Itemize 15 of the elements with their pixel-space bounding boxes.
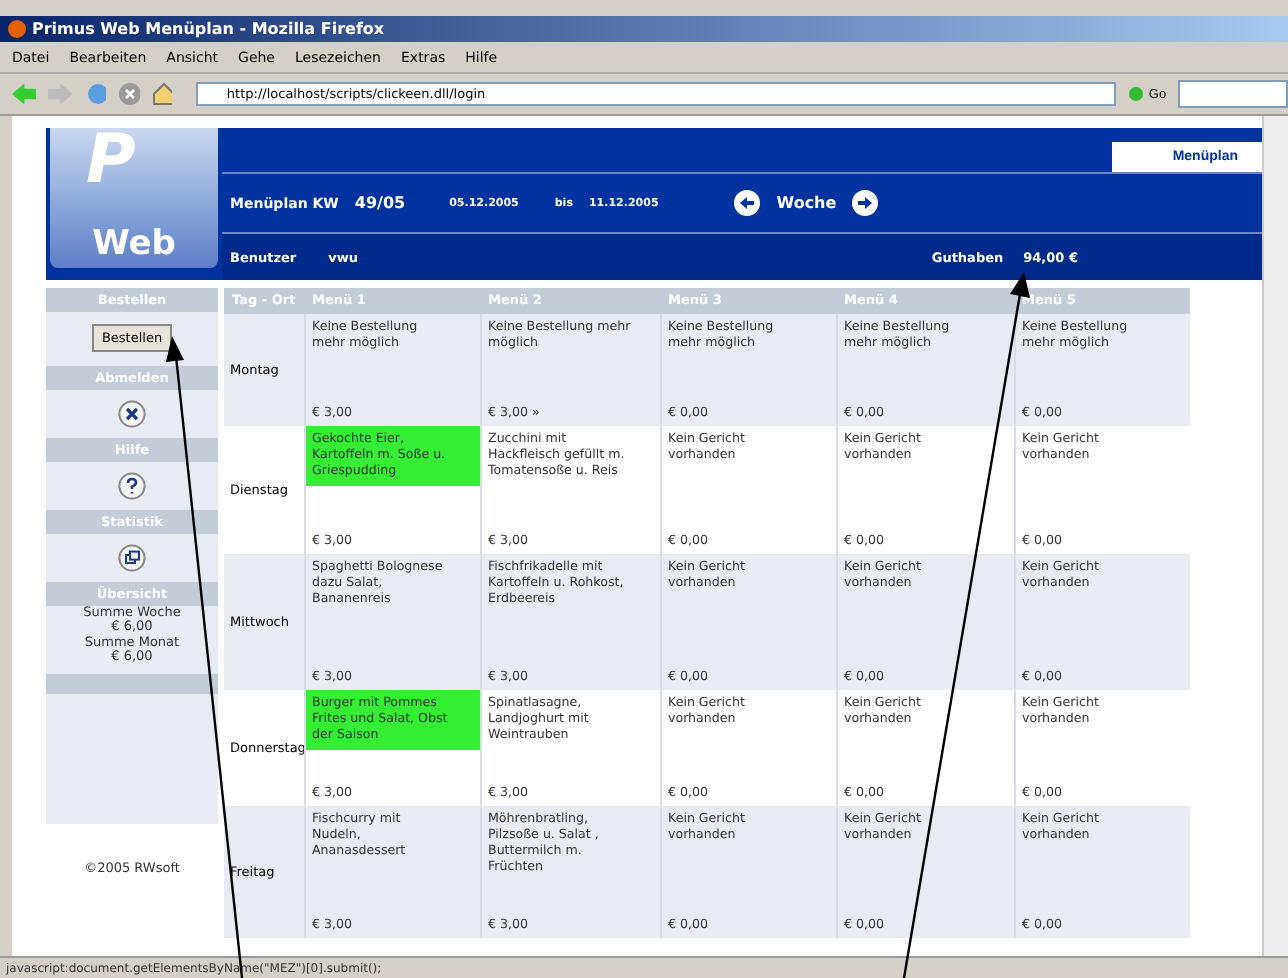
- help-icon[interactable]: [118, 472, 146, 500]
- close-icon[interactable]: [118, 400, 146, 428]
- home-icon[interactable]: [151, 82, 173, 106]
- logo-letter: P: [86, 120, 136, 200]
- logo-text: Web: [92, 224, 176, 268]
- week-number: 49/05: [354, 194, 406, 212]
- previous-week-icon[interactable]: [734, 190, 761, 216]
- windows-icon[interactable]: [118, 544, 146, 572]
- scrollbar[interactable]: [1262, 116, 1288, 956]
- week-label: Woche: [776, 194, 837, 212]
- window-title: Primus Web Menüplan - Mozilla Firefox: [32, 20, 385, 38]
- stop-icon[interactable]: [118, 82, 140, 106]
- firefox-icon: [8, 20, 26, 38]
- next-week-icon[interactable]: [852, 190, 879, 216]
- search-field[interactable]: [1178, 80, 1288, 108]
